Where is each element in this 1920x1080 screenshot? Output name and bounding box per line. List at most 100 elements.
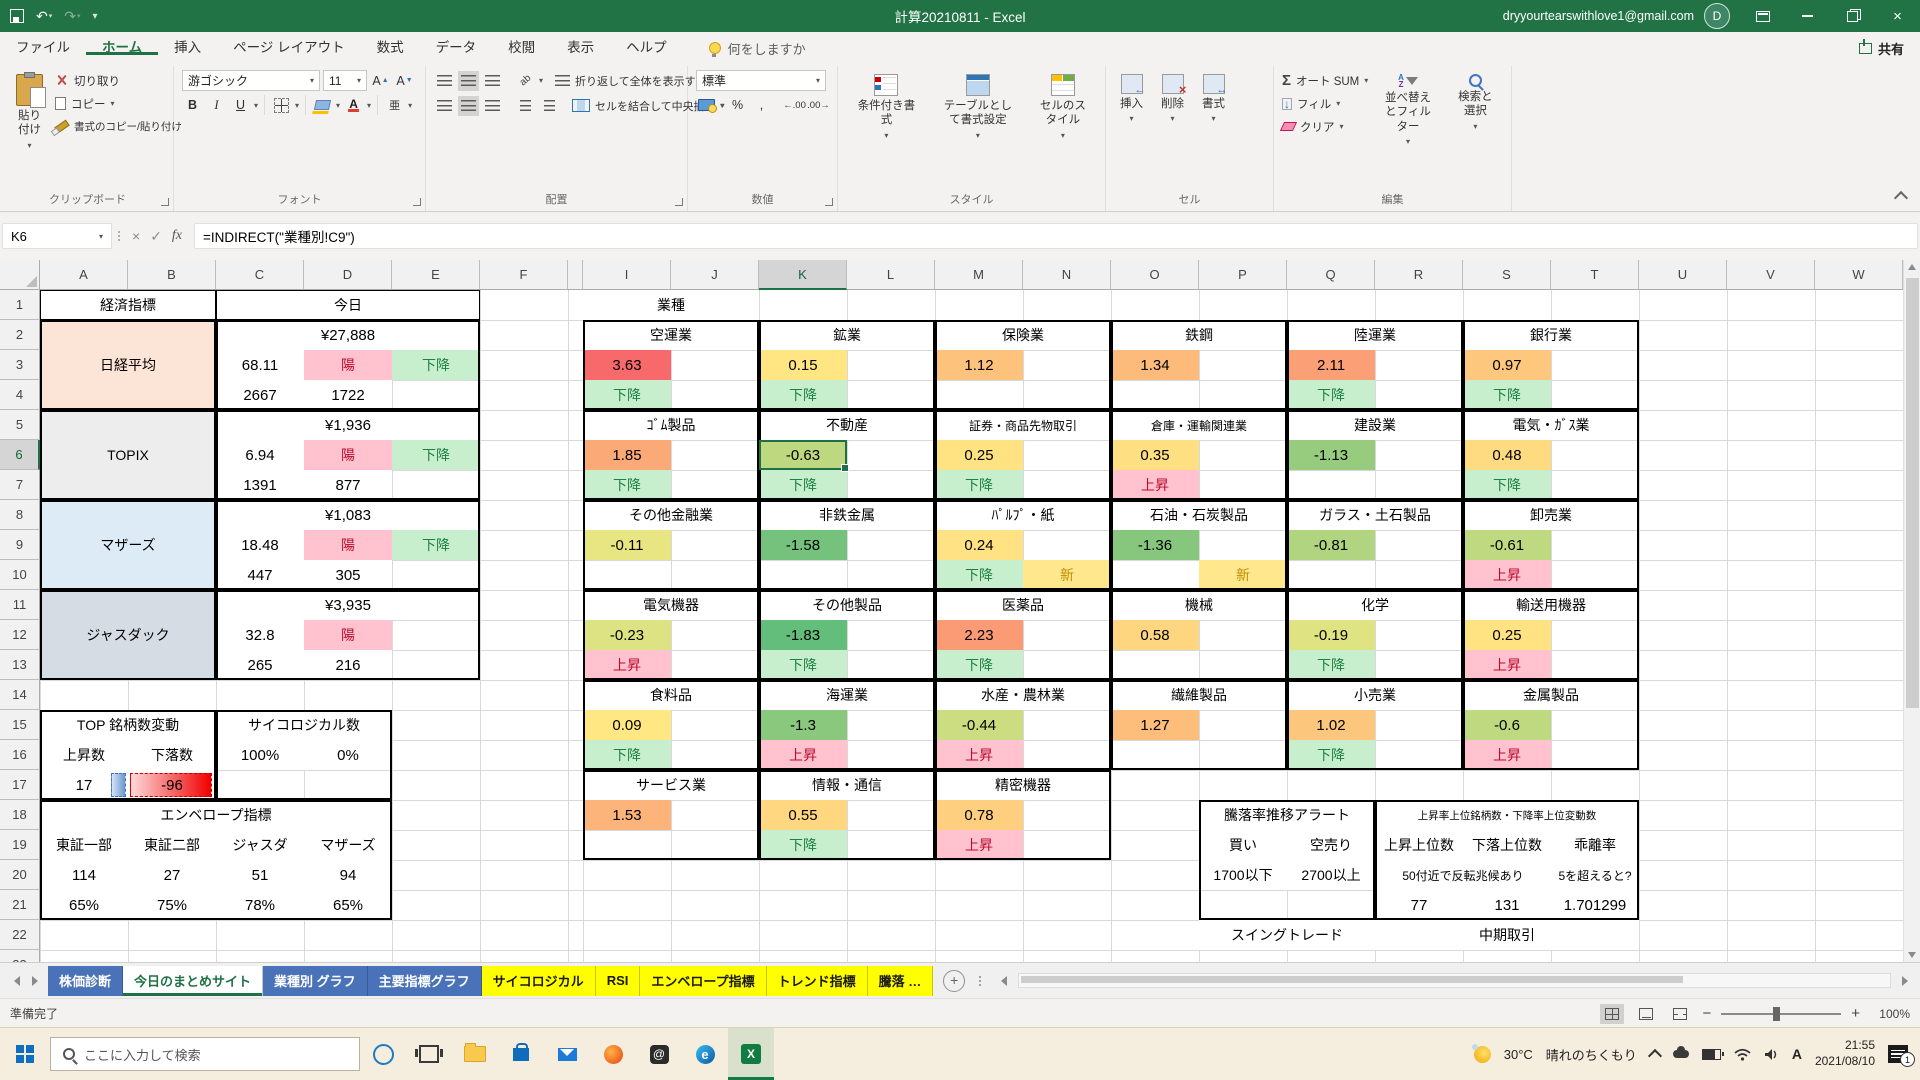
cell-I18[interactable]: 1.53 — [583, 800, 671, 830]
orientation-button[interactable]: ab — [515, 71, 536, 91]
sheet-tab-トレンド指標[interactable]: トレンド指標 — [767, 966, 868, 996]
cell-S4[interactable]: 下降 — [1463, 380, 1551, 410]
cell-styles-button[interactable]: セルのスタイル▾ — [1029, 70, 1097, 145]
column-header-N[interactable]: N — [1023, 260, 1111, 290]
mail-app-button[interactable]: @ — [636, 1028, 682, 1080]
cell-Q11[interactable]: 化学 — [1287, 590, 1463, 620]
excel-taskbar-button[interactable]: X — [728, 1028, 774, 1080]
cell-C6[interactable]: 6.94 — [216, 440, 304, 470]
cell-A5[interactable]: TOPIX — [40, 410, 216, 500]
row-header-18[interactable]: 18 — [0, 800, 40, 830]
sheet-tab-業種別 グラフ[interactable]: 業種別 グラフ — [263, 966, 368, 996]
cell-I7[interactable]: 下降 — [583, 470, 671, 500]
cell-K4[interactable]: 下降 — [759, 380, 847, 410]
cell-A2[interactable]: 日経平均 — [40, 320, 216, 410]
alignment-dialog-launcher[interactable] — [675, 198, 683, 206]
cut-button[interactable]: 切り取り — [55, 70, 182, 91]
cell-Q9[interactable]: -0.81 — [1287, 530, 1375, 560]
cell-Q8[interactable]: ガラス・土石製品 — [1287, 500, 1463, 530]
taskbar-clock[interactable]: 21:55 2021/08/10 — [1815, 1038, 1875, 1069]
cell-P10[interactable]: 新 — [1199, 560, 1287, 590]
cell-Q4[interactable]: 下降 — [1287, 380, 1375, 410]
column-header-L[interactable]: L — [847, 260, 935, 290]
cell-Q20[interactable]: 2700以上 — [1287, 860, 1375, 890]
ribbon-tab-ページ レイアウト[interactable]: ページ レイアウト — [217, 40, 360, 55]
number-format-select[interactable]: 標準▾ — [696, 70, 826, 91]
browser-button[interactable] — [590, 1028, 636, 1080]
cell-S9[interactable]: -0.61 — [1463, 530, 1551, 560]
format-as-table-button[interactable]: テーブルとして書式設定▾ — [933, 70, 1023, 145]
cell-M12[interactable]: 2.23 — [935, 620, 1023, 650]
cell-M19[interactable]: 上昇 — [935, 830, 1023, 860]
cell-E9[interactable]: 下降 — [392, 530, 480, 560]
column-header-P[interactable]: P — [1199, 260, 1287, 290]
onedrive-icon[interactable] — [1673, 1050, 1689, 1058]
horizontal-scroll-thumb[interactable] — [1021, 976, 1683, 983]
font-size-select[interactable]: 11▾ — [323, 70, 367, 91]
cell-K17[interactable]: 情報・通信 — [759, 770, 935, 800]
column-header-K[interactable]: K — [759, 260, 847, 290]
cell-C15[interactable]: サイコロジカル数 — [216, 710, 392, 740]
cell-T19[interactable]: 乖離率 — [1551, 830, 1639, 860]
align-right-button[interactable] — [482, 96, 503, 116]
increase-decimal-button[interactable]: ←.00 — [784, 95, 805, 115]
taskbar-search-box[interactable]: ここに入力して検索 — [50, 1037, 360, 1071]
cell-C5[interactable]: ¥1,936 — [216, 410, 480, 440]
cell-O3[interactable]: 1.34 — [1111, 350, 1199, 380]
column-header-W[interactable]: W — [1815, 260, 1903, 290]
row-header-22[interactable]: 22 — [0, 920, 40, 950]
cell-M2[interactable]: 保険業 — [935, 320, 1111, 350]
cell-S7[interactable]: 下降 — [1463, 470, 1551, 500]
row-header-8[interactable]: 8 — [0, 500, 40, 530]
cell-D10[interactable]: 305 — [304, 560, 392, 590]
column-header-T[interactable]: T — [1551, 260, 1639, 290]
tell-me-box[interactable]: 何をしますか — [709, 39, 806, 58]
cell-M7[interactable]: 下降 — [935, 470, 1023, 500]
zoom-out-button[interactable]: − — [1702, 1005, 1711, 1022]
currency-format-button[interactable] — [696, 95, 717, 115]
ribbon-tab-データ[interactable]: データ — [420, 40, 493, 55]
cell-D4[interactable]: 1722 — [304, 380, 392, 410]
row-header-2[interactable]: 2 — [0, 320, 40, 350]
formula-input[interactable]: =INDIRECT("業種別!C9") — [194, 223, 1918, 249]
column-header-D[interactable]: D — [304, 260, 392, 290]
enter-icon[interactable]: ✓ — [150, 228, 162, 245]
cell-R20[interactable]: 50付近で反転兆候あり — [1375, 860, 1551, 890]
row-header-5[interactable]: 5 — [0, 410, 40, 440]
align-top-button[interactable] — [434, 71, 455, 91]
battery-icon[interactable] — [1702, 1049, 1721, 1060]
cell-I2[interactable]: 空運業 — [583, 320, 759, 350]
start-button[interactable] — [0, 1028, 50, 1080]
decrease-indent-button[interactable] — [515, 96, 536, 116]
cell-B16[interactable]: 下落数 — [128, 740, 216, 770]
row-header-19[interactable]: 19 — [0, 830, 40, 860]
cell-M17[interactable]: 精密機器 — [935, 770, 1111, 800]
decrease-decimal-button[interactable]: .00→ — [808, 95, 829, 115]
increase-indent-button[interactable] — [539, 96, 560, 116]
scroll-up-arrow[interactable] — [1908, 264, 1916, 270]
cell-A15[interactable]: TOP 銘柄数変動 — [40, 710, 216, 740]
phonetic-button[interactable]: 亜 — [384, 95, 405, 115]
sheet-tab-サイコロジカル[interactable]: サイコロジカル — [482, 966, 596, 996]
cell-D12[interactable]: 陽 — [304, 620, 392, 650]
cell-C1[interactable]: 今日 — [216, 290, 480, 320]
row-header-4[interactable]: 4 — [0, 380, 40, 410]
cell-K19[interactable]: 下降 — [759, 830, 847, 860]
row-header-10[interactable]: 10 — [0, 560, 40, 590]
comma-format-button[interactable]: , — [751, 95, 772, 115]
cell-S10[interactable]: 上昇 — [1463, 560, 1551, 590]
cell-S14[interactable]: 金属製品 — [1463, 680, 1639, 710]
cell-Q3[interactable]: 2.11 — [1287, 350, 1375, 380]
cell-D20[interactable]: 94 — [304, 860, 392, 890]
share-button[interactable]: 共有 — [1859, 39, 1904, 58]
cell-M6[interactable]: 0.25 — [935, 440, 1023, 470]
row-header-7[interactable]: 7 — [0, 470, 40, 500]
copy-button[interactable]: コピー▾ — [55, 93, 182, 114]
cell-T21[interactable]: 1.701299 — [1551, 890, 1639, 920]
cell-K2[interactable]: 鉱業 — [759, 320, 935, 350]
cell-K14[interactable]: 海運業 — [759, 680, 935, 710]
cell-A1[interactable]: 経済指標 — [40, 290, 216, 320]
row-header-9[interactable]: 9 — [0, 530, 40, 560]
notification-center-button[interactable]: 1 — [1888, 1045, 1908, 1063]
cell-C12[interactable]: 32.8 — [216, 620, 304, 650]
